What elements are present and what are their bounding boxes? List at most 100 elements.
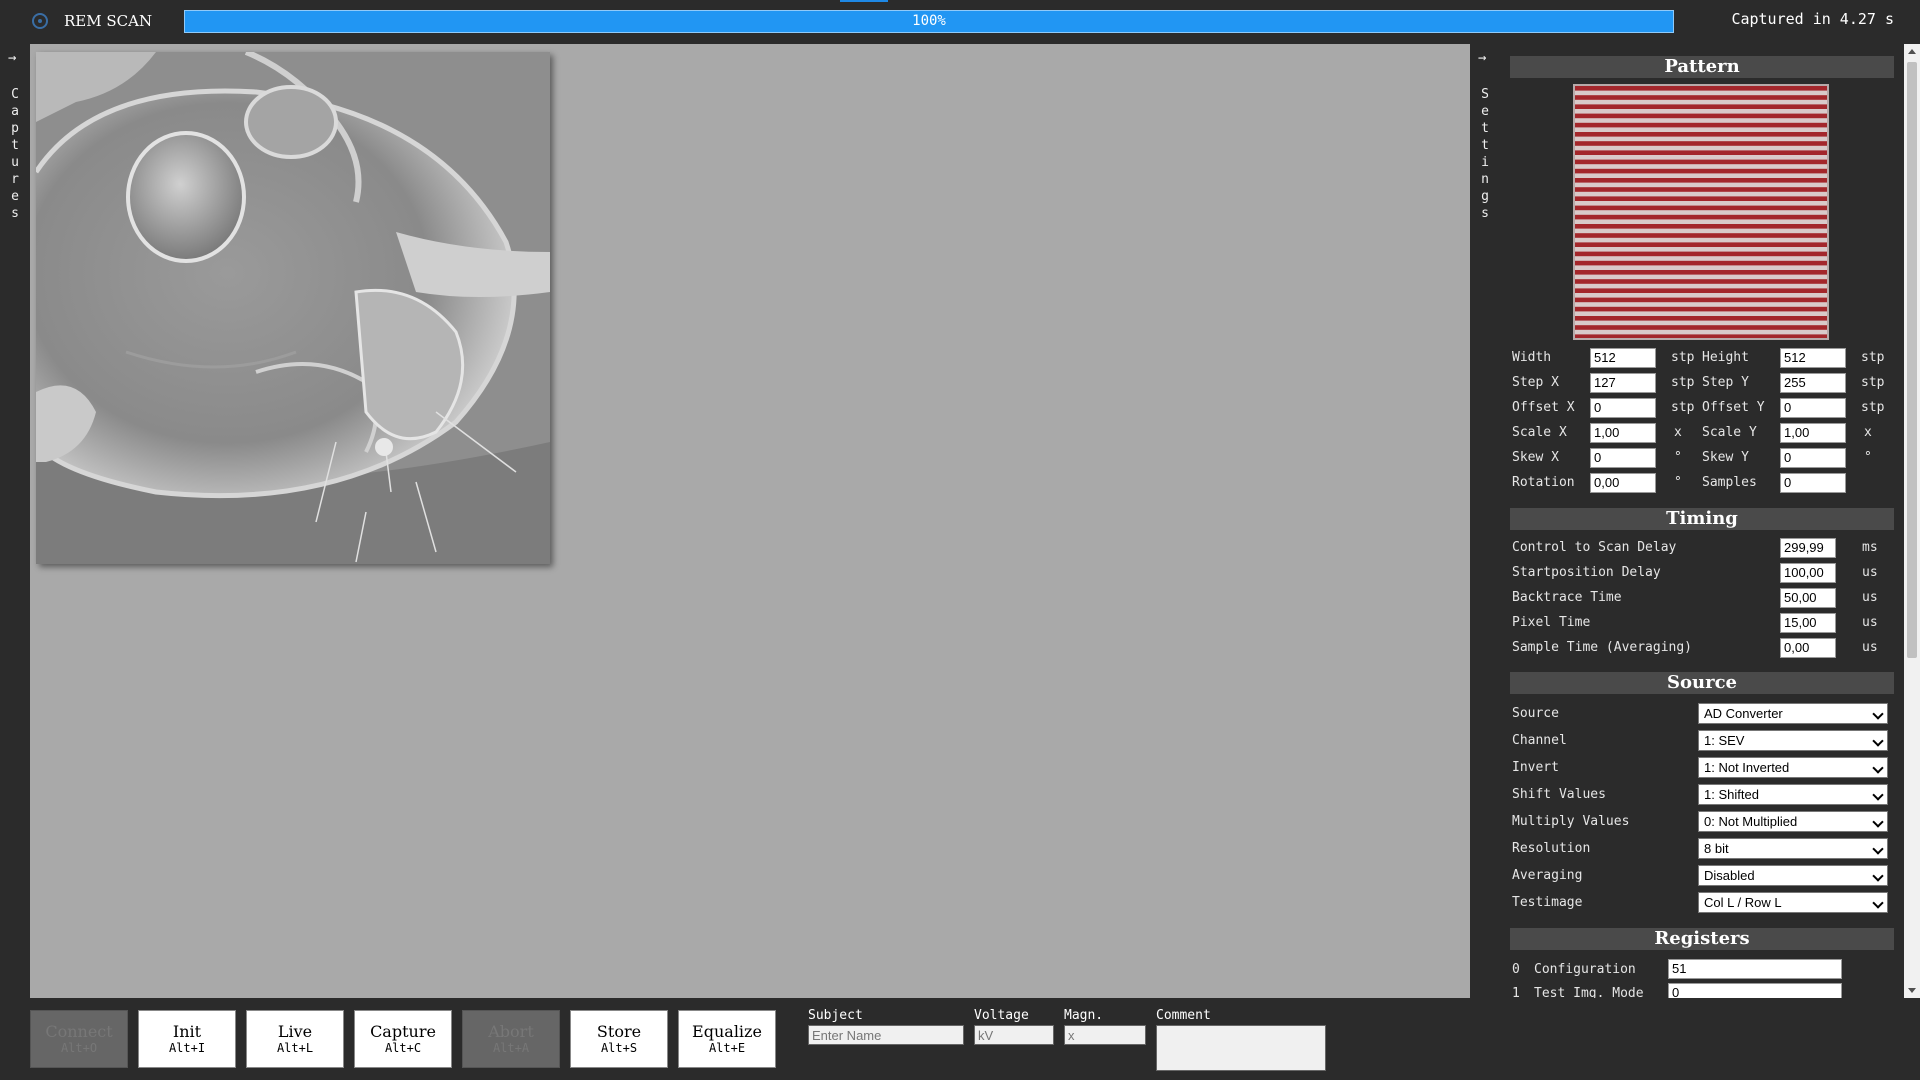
invert-select[interactable]: 1: Not Inverted <box>1698 757 1888 778</box>
scroll-down-icon[interactable] <box>1908 988 1916 993</box>
channel-select[interactable]: 1: SEV <box>1698 730 1888 751</box>
pattern-scanline <box>1575 95 1827 100</box>
stepx-unit: stp <box>1671 375 1695 390</box>
source-label: Source <box>1512 706 1559 721</box>
scalex-input[interactable]: 1,00 <box>1590 423 1656 443</box>
averaging-select[interactable]: Disabled <box>1698 865 1888 886</box>
source-select[interactable]: AD Converter <box>1698 703 1888 724</box>
settings-scrollbar[interactable] <box>1904 44 1920 998</box>
settings-panel-toggle[interactable]: → S e t t i n g s <box>1470 44 1500 998</box>
scalex-label: Scale X <box>1512 425 1567 440</box>
backtrace-time-input[interactable]: 50,00 <box>1780 588 1836 608</box>
invert-label: Invert <box>1512 760 1559 775</box>
offsetx-label: Offset X <box>1512 400 1575 415</box>
skewx-input[interactable]: 0 <box>1590 448 1656 468</box>
captures-vertical-label: C a p t u r e s <box>0 86 30 222</box>
equalize-button-label: Equalize <box>692 1022 762 1041</box>
offsetx-input[interactable]: 0 <box>1590 398 1656 418</box>
settings-panel: Pattern Width 512 stp Height 512 stp Ste… <box>1500 44 1904 998</box>
pattern-preview <box>1573 84 1829 340</box>
scaley-input[interactable]: 1,00 <box>1780 423 1846 443</box>
pattern-scanline <box>1575 297 1827 303</box>
pattern-scanline <box>1575 224 1827 229</box>
voltage-input[interactable] <box>974 1025 1054 1045</box>
scroll-up-icon[interactable] <box>1908 49 1916 54</box>
offsety-input[interactable]: 0 <box>1780 398 1846 418</box>
pattern-scanline <box>1575 187 1827 192</box>
live-button[interactable]: Live Alt+L <box>246 1010 344 1068</box>
source-select-value: AD Converter <box>1704 706 1783 721</box>
register-configuration-input[interactable]: 51 <box>1668 959 1842 979</box>
resolution-select-value: 8 bit <box>1704 841 1729 856</box>
pattern-scanline <box>1575 270 1827 275</box>
resolution-label: Resolution <box>1512 841 1591 856</box>
register-test-img-mode-input[interactable]: 0 <box>1668 983 1842 998</box>
stepx-input[interactable]: 127 <box>1590 373 1656 393</box>
magnification-label: Magn. <box>1064 1008 1104 1023</box>
app-title: REM SCAN <box>64 12 153 30</box>
captures-panel-toggle[interactable]: → C a p t u r e s <box>0 44 30 998</box>
samples-input[interactable]: 0 <box>1780 473 1846 493</box>
chevron-down-icon <box>1872 708 1884 720</box>
sem-scan-image[interactable] <box>36 52 550 564</box>
label-char: s <box>11 206 19 221</box>
store-button[interactable]: Store Alt+S <box>570 1010 668 1068</box>
label-char: t <box>1481 138 1489 153</box>
pattern-scanline <box>1575 113 1827 119</box>
scroll-thumb[interactable] <box>1907 62 1917 658</box>
arrow-right-icon[interactable]: → <box>1478 50 1486 66</box>
register-test-img-mode-label: Test Img. Mode <box>1534 986 1644 998</box>
height-input[interactable]: 512 <box>1780 348 1846 368</box>
pattern-scanline <box>1575 205 1827 211</box>
capture-button-label: Capture <box>370 1022 436 1041</box>
registers-header: Registers <box>1510 928 1894 950</box>
pixel-time-input[interactable]: 15,00 <box>1780 613 1836 633</box>
multiply-values-select[interactable]: 0: Not Multiplied <box>1698 811 1888 832</box>
pattern-preview-graphic <box>1575 86 1827 339</box>
label-char: n <box>1481 172 1489 187</box>
capture-button[interactable]: Capture Alt+C <box>354 1010 452 1068</box>
height-unit: stp <box>1861 350 1885 365</box>
startpos-delay-input[interactable]: 100,00 <box>1780 563 1836 583</box>
backtrace-time-label: Backtrace Time <box>1512 590 1622 605</box>
skewy-input[interactable]: 0 <box>1780 448 1846 468</box>
arrow-right-icon[interactable]: → <box>8 50 16 66</box>
scalex-unit: x <box>1674 425 1682 440</box>
shift-values-label: Shift Values <box>1512 787 1606 802</box>
rotation-unit: ° <box>1674 475 1682 490</box>
chevron-down-icon <box>1872 789 1884 801</box>
shift-values-select[interactable]: 1: Shifted <box>1698 784 1888 805</box>
abort-button[interactable]: Abort Alt+A <box>462 1010 560 1068</box>
connect-button[interactable]: Connect Alt+O <box>30 1010 128 1068</box>
control-delay-input[interactable]: 299,99 <box>1780 538 1836 558</box>
resolution-select[interactable]: 8 bit <box>1698 838 1888 859</box>
bottom-toolbar: Connect Alt+O Init Alt+I Live Alt+L Capt… <box>0 998 1920 1080</box>
comment-input[interactable] <box>1156 1025 1326 1071</box>
label-char: p <box>11 121 19 136</box>
top-bar: REM SCAN 100% Captured in 4.27 s <box>0 0 1920 44</box>
backtrace-time-unit: us <box>1862 590 1878 605</box>
progress-text: 100% <box>912 13 946 29</box>
equalize-button[interactable]: Equalize Alt+E <box>678 1010 776 1068</box>
multiply-values-select-value: 0: Not Multiplied <box>1704 814 1798 829</box>
testimage-select-value: Col L / Row L <box>1704 895 1782 910</box>
testimage-select[interactable]: Col L / Row L <box>1698 892 1888 913</box>
rotation-input[interactable]: 0,00 <box>1590 473 1656 493</box>
testimage-label: Testimage <box>1512 895 1583 910</box>
pattern-scanline <box>1575 168 1827 174</box>
pattern-scanline <box>1575 260 1827 266</box>
pattern-scanline <box>1575 86 1827 91</box>
sample-time-input[interactable]: 0,00 <box>1780 638 1836 658</box>
width-input[interactable]: 512 <box>1590 348 1656 368</box>
pattern-scanline <box>1575 141 1827 146</box>
init-button[interactable]: Init Alt+I <box>138 1010 236 1068</box>
control-delay-label: Control to Scan Delay <box>1512 540 1677 555</box>
image-viewer[interactable] <box>30 44 1470 998</box>
pattern-scanline <box>1575 104 1827 109</box>
stepy-input[interactable]: 255 <box>1780 373 1846 393</box>
subject-input[interactable] <box>808 1025 964 1045</box>
label-char: t <box>11 138 19 153</box>
pattern-scanline <box>1575 159 1827 165</box>
label-char: e <box>11 189 19 204</box>
magnification-input[interactable] <box>1064 1025 1146 1045</box>
